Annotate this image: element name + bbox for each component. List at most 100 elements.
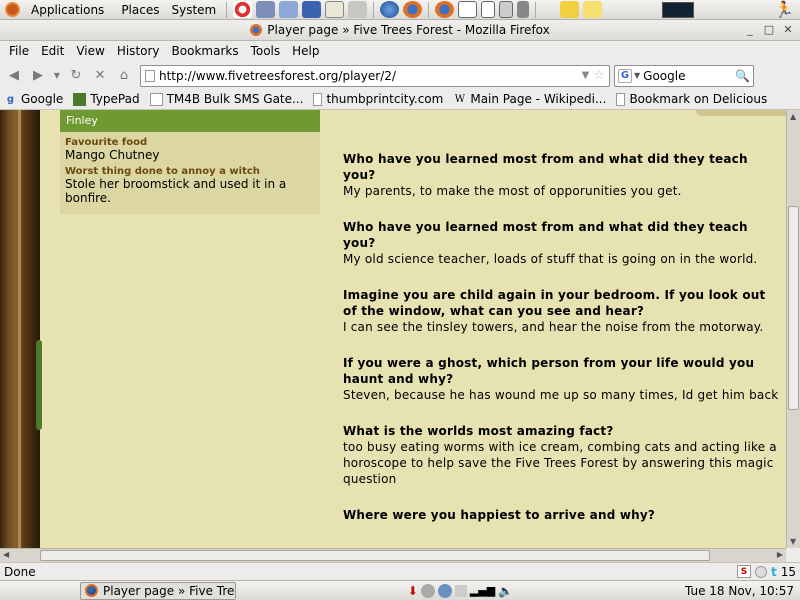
horizontal-scrollbar[interactable]: ◀ ▶ (0, 548, 786, 562)
panel-separator (226, 1, 228, 18)
volume-icon[interactable]: 🔈 (498, 584, 513, 598)
forward-button[interactable]: ▶ (28, 66, 48, 86)
qa-item: What is the worlds most amazing fact? to… (343, 423, 781, 487)
qa-item: If you were a ghost, which person from y… (343, 355, 781, 403)
panel-separator (428, 1, 430, 18)
taskbar-window-button[interactable]: Player page » Five Trees... (80, 581, 236, 600)
running-man-icon[interactable]: 🏃 (774, 0, 794, 19)
status-bar: Done S t 15 (0, 562, 800, 580)
firefox-window-icon[interactable] (435, 1, 455, 18)
menu-help[interactable]: Help (286, 41, 325, 62)
bottom-panel: Player page » Five Trees... ⬇ ▂▄▆ 🔈 Tue … (0, 580, 800, 600)
url-dropdown-icon[interactable]: ▼ (582, 70, 590, 81)
player-name: Finley (60, 110, 320, 132)
page-icon (616, 92, 626, 106)
menubar: File Edit View History Bookmarks Tools H… (0, 41, 800, 62)
google-icon: g (6, 93, 15, 105)
update-notifier-icon[interactable]: ⬇ (408, 584, 418, 598)
applications-menu[interactable]: Applications (0, 0, 115, 20)
addon-icon[interactable] (754, 565, 767, 578)
window-icon[interactable] (517, 1, 530, 18)
qa-item: Who have you learned most from and what … (343, 219, 781, 267)
menu-file[interactable]: File (3, 41, 35, 62)
scroll-up-arrow-icon[interactable]: ▲ (790, 112, 796, 121)
fact-label: Worst thing done to annoy a witch (65, 166, 260, 177)
mail-launcher-icon[interactable] (348, 1, 368, 18)
menu-bookmarks[interactable]: Bookmarks (166, 41, 245, 62)
qa-item: Where were you happiest to arrive and wh… (343, 507, 781, 523)
bookmarks-toolbar: g Google TypePad TM4B Bulk SMS Gate... t… (0, 89, 800, 110)
clock[interactable]: Tue 18 Nov, 10:57 (685, 584, 800, 598)
menu-view[interactable]: View (70, 41, 110, 62)
status-text: Done (4, 564, 36, 579)
printer-icon[interactable] (454, 584, 467, 597)
signal-icon[interactable]: ▂▄▆ (470, 584, 495, 597)
question: Who have you learned most from and what … (343, 152, 748, 182)
bookmark-google[interactable]: g Google (4, 92, 63, 106)
bookmark-thumbprintcity[interactable]: thumbprintcity.com (313, 92, 443, 106)
reload-button[interactable]: ↻ (66, 66, 86, 86)
notes-icon[interactable] (583, 1, 603, 18)
firefox-icon (250, 24, 263, 36)
taskbar-window-label: Player page » Five Trees... (103, 583, 235, 598)
fact-value: Stole her broomstick and used it in a bo… (65, 177, 287, 205)
vertical-scrollbar-thumb[interactable] (788, 206, 799, 410)
bookmark-delicious[interactable]: Bookmark on Delicious (616, 92, 767, 106)
top-panel: Applications Places System 🏃 (0, 0, 800, 20)
fact-label: Favourite food (65, 137, 148, 148)
firefox-icon (85, 584, 98, 597)
back-button[interactable]: ◀ (4, 66, 24, 86)
scroll-down-arrow-icon[interactable]: ▼ (790, 537, 796, 546)
page-icon (145, 69, 155, 82)
bookmark-wikipedia[interactable]: W Main Page - Wikipedi... (453, 92, 607, 106)
url-bar[interactable]: http://www.fivetreesforest.org/player/2/… (140, 64, 610, 87)
network-icon[interactable] (420, 583, 435, 598)
places-menu[interactable]: Places (115, 0, 165, 20)
question: If you were a ghost, which person from y… (343, 356, 755, 386)
firefox-launcher-icon[interactable] (403, 1, 423, 18)
search-bar[interactable]: G ▼ Google 🔍 (614, 64, 754, 87)
home-button[interactable]: ⌂ (114, 66, 134, 86)
menu-history[interactable]: History (111, 41, 166, 62)
window-icon[interactable] (458, 1, 478, 18)
panel-separator (373, 1, 375, 18)
help-launcher-icon[interactable] (233, 1, 253, 18)
scroll-right-arrow-icon[interactable]: ▶ (777, 550, 783, 559)
maximize-button[interactable]: □ (761, 22, 777, 38)
horizontal-scrollbar-thumb[interactable] (40, 550, 710, 561)
ubuntu-logo-icon (5, 2, 20, 17)
vertical-scrollbar[interactable]: ▲ ▼ (786, 110, 800, 548)
settings-launcher-icon[interactable] (279, 1, 299, 18)
window-icon[interactable] (499, 1, 514, 18)
bookmark-star-icon[interactable]: ☆ (593, 68, 605, 83)
stop-button[interactable]: ✕ (90, 66, 110, 86)
question: Imagine you are child again in your bedr… (343, 288, 766, 318)
twitter-icon[interactable]: t (771, 565, 777, 579)
close-button[interactable]: ✕ (780, 22, 796, 38)
bookmark-label: Main Page - Wikipedi... (470, 92, 607, 106)
menu-edit[interactable]: Edit (35, 41, 70, 62)
system-monitor-icon[interactable] (662, 1, 695, 18)
system-menu[interactable]: System (165, 0, 222, 20)
answer: My parents, to make the most of opporuni… (343, 184, 682, 198)
image-launcher-icon[interactable] (256, 1, 276, 18)
minimize-button[interactable]: _ (742, 22, 758, 38)
bookmark-label: thumbprintcity.com (326, 92, 444, 106)
bookmark-typepad[interactable]: TypePad (73, 92, 140, 106)
bookmark-tm4b[interactable]: TM4B Bulk SMS Gate... (149, 92, 303, 106)
folder-icon[interactable] (560, 1, 580, 18)
save-launcher-icon[interactable] (302, 1, 322, 18)
history-dropdown-icon[interactable]: ▼ (52, 66, 62, 86)
menu-tools[interactable]: Tools (245, 41, 287, 62)
bluetooth-icon[interactable] (437, 583, 452, 598)
network-launcher-icon[interactable] (380, 1, 400, 18)
search-icon[interactable]: 🔍 (735, 69, 750, 83)
panel-separator (535, 1, 537, 18)
vine-decoration (36, 340, 42, 430)
window-icon[interactable] (481, 1, 496, 18)
scroll-left-arrow-icon[interactable]: ◀ (3, 550, 9, 559)
stumbleupon-icon[interactable]: S (736, 565, 751, 578)
search-engine-dropdown-icon[interactable]: ▼ (634, 71, 640, 80)
navigation-toolbar: ◀ ▶ ▼ ↻ ✕ ⌂ http://www.fivetreesforest.o… (0, 62, 800, 89)
terminal-launcher-icon[interactable] (325, 1, 345, 18)
